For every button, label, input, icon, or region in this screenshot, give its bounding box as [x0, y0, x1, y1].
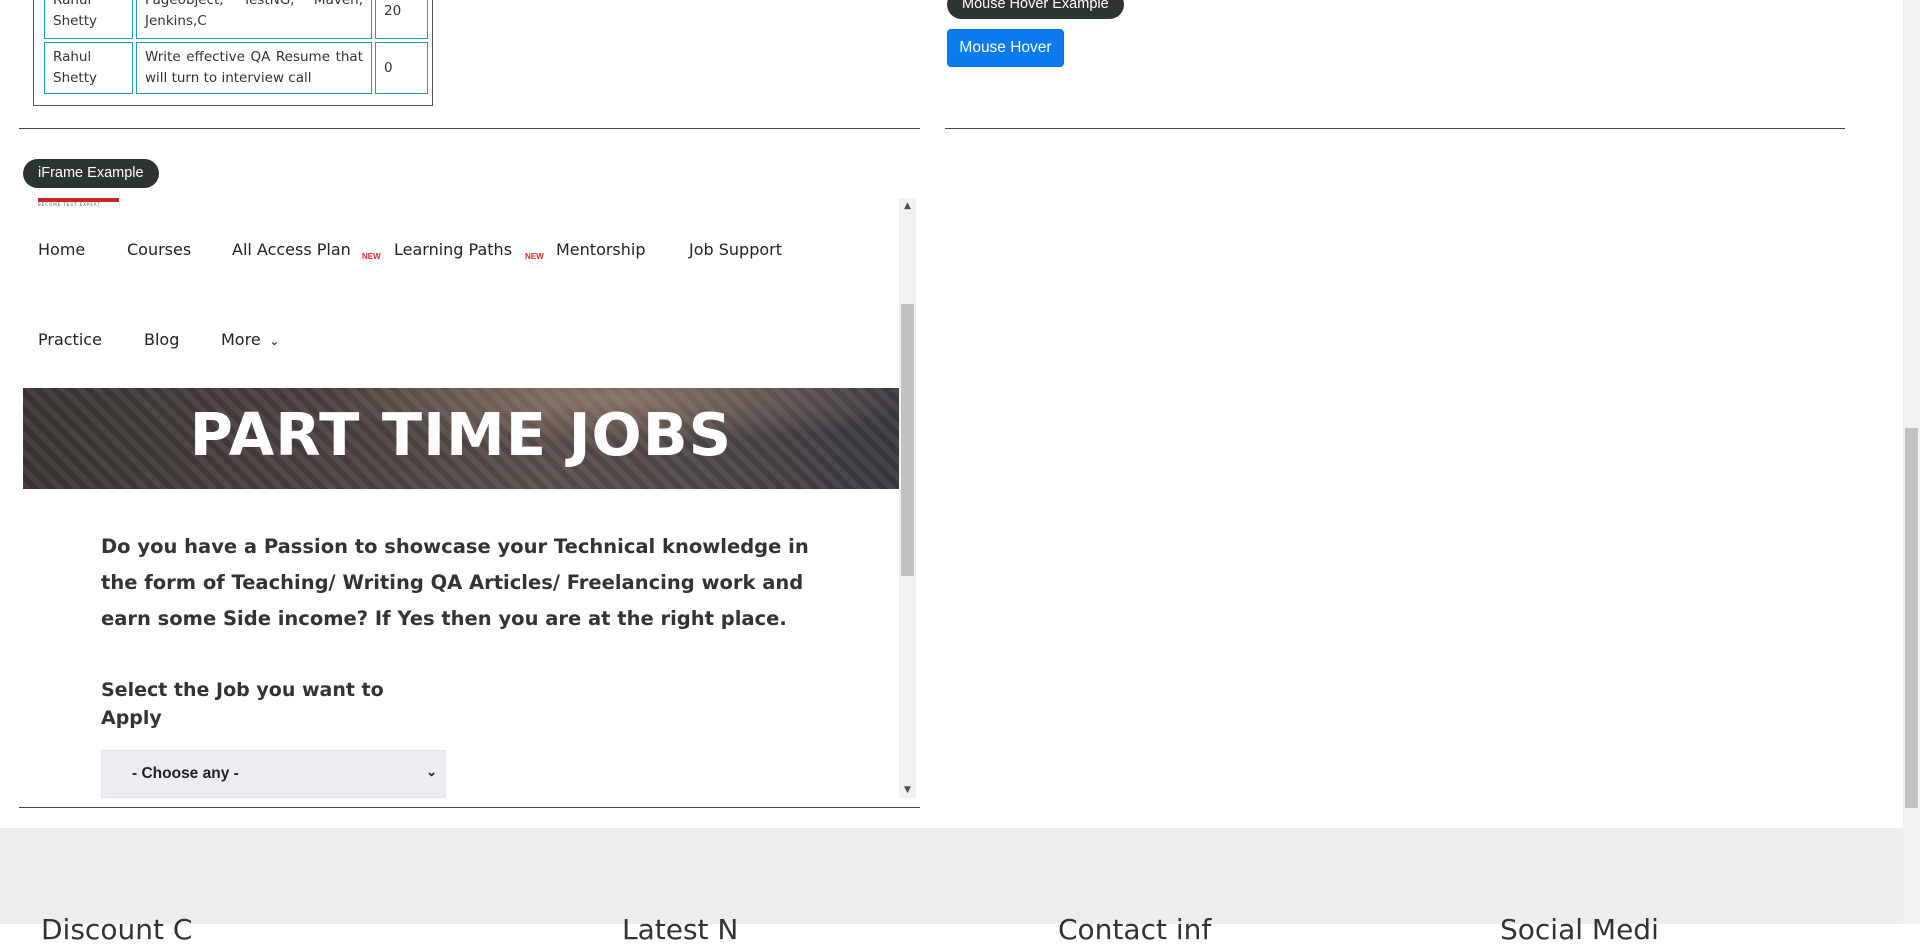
scroll-down-icon[interactable]: ▼: [899, 784, 916, 796]
courses-table-frame: Rahul Shetty Pageobject, TestNG, Maven, …: [33, 0, 433, 106]
course-cell: Pageobject, TestNG, Maven, Jenkins,C: [136, 0, 372, 39]
nav-more[interactable]: More ⌄: [221, 330, 279, 349]
courses-iframe[interactable]: BECOME TEST EXPERT Home Courses All Acce…: [23, 198, 916, 798]
site-logo[interactable]: BECOME TEST EXPERT: [38, 198, 119, 207]
job-select-value: - Choose any -: [132, 765, 239, 782]
footer-heading-latest: Latest N: [622, 913, 739, 946]
section-divider: [19, 807, 920, 808]
logo-tagline: BECOME TEST EXPERT: [38, 202, 101, 207]
footer: Discount C Latest N Contact inf Social M…: [0, 828, 1903, 946]
footer-heading-discount: Discount C: [41, 913, 193, 946]
new-badge: NEW: [362, 252, 381, 261]
page-scrollbar-thumb[interactable]: [1905, 428, 1918, 808]
table-row: Rahul Shetty Pageobject, TestNG, Maven, …: [44, 0, 428, 39]
nav-all-access-plan[interactable]: All Access Plan: [232, 240, 351, 259]
new-badge: NEW: [525, 252, 544, 261]
price-cell: 20: [375, 0, 428, 39]
table-row: Rahul Shetty Write effective QA Resume t…: [44, 42, 428, 94]
nav-home[interactable]: Home: [38, 240, 85, 259]
page-scrollbar[interactable]: [1903, 0, 1920, 924]
part-time-jobs-banner: PART TIME JOBS: [23, 388, 899, 489]
instructor-cell: Rahul Shetty: [44, 42, 133, 94]
job-select-label: Select the Job you want to Apply: [101, 679, 384, 729]
iframe-scrollbar-thumb[interactable]: [901, 304, 914, 576]
iframe-section-label: iFrame Example: [23, 159, 159, 188]
section-divider: [945, 128, 1845, 129]
courses-table: Rahul Shetty Pageobject, TestNG, Maven, …: [41, 0, 431, 97]
intro-text: Do you have a Passion to showcase your T…: [101, 535, 809, 630]
iframe-scrollbar[interactable]: ▲ ▼: [899, 198, 916, 798]
footer-heading-contact: Contact inf: [1058, 913, 1212, 946]
section-divider: [19, 128, 920, 129]
nav-more-label: More: [221, 330, 261, 349]
footer-heading-social: Social Medi: [1500, 913, 1659, 946]
mouse-hover-button[interactable]: Mouse Hover: [947, 29, 1064, 67]
banner-title: PART TIME JOBS: [189, 400, 733, 469]
course-cell: Write effective QA Resume that will turn…: [136, 42, 372, 94]
scroll-up-icon[interactable]: ▲: [899, 200, 916, 212]
nav-courses[interactable]: Courses: [127, 240, 191, 259]
price-cell: 0: [375, 42, 428, 94]
nav-job-support[interactable]: Job Support: [689, 240, 782, 259]
nav-mentorship[interactable]: Mentorship: [556, 240, 646, 259]
nav-learning-paths[interactable]: Learning Paths: [394, 240, 512, 259]
nav-blog[interactable]: Blog: [144, 330, 179, 349]
chevron-down-icon: ⌄: [269, 335, 279, 348]
instructor-cell: Rahul Shetty: [44, 0, 133, 39]
mouse-hover-section-label: Mouse Hover Example: [947, 0, 1124, 19]
chevron-down-icon: ⌄: [426, 764, 437, 779]
job-select[interactable]: - Choose any - ⌄: [101, 750, 446, 798]
nav-practice[interactable]: Practice: [38, 330, 102, 349]
